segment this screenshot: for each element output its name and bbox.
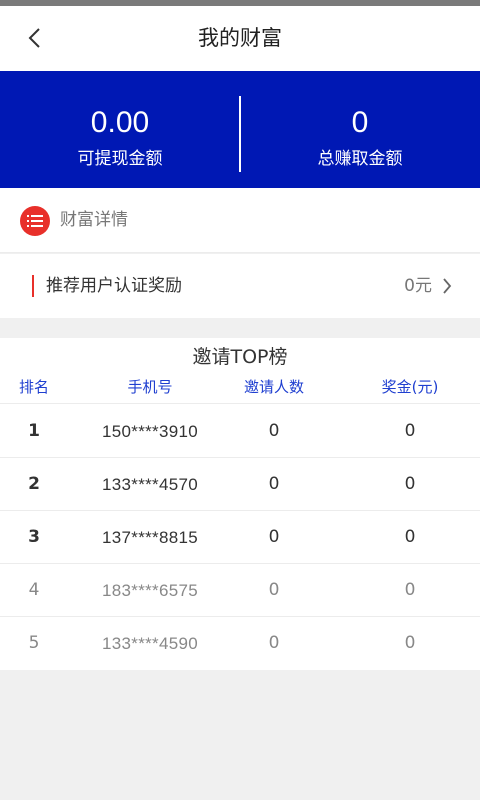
rank-cell: 4 <box>28 580 40 600</box>
rank-cell: 5 <box>28 633 40 653</box>
total-earned-label: 总赚取金额 <box>317 149 403 169</box>
wealth-summary-panel: 0.00 可提现金额 0 总赚取金额 <box>0 71 480 188</box>
withdrawable-amount: 0.00 <box>90 106 150 139</box>
rank-cell: 1 <box>28 421 40 441</box>
column-header-bonus: 奖金(元) <box>381 378 439 396</box>
phone-cell: 183****6575 <box>102 581 198 600</box>
phone-cell: 133****4570 <box>102 475 198 494</box>
table-row: 2 133****4570 0 0 <box>0 458 480 511</box>
bonus-cell: 0 <box>404 527 416 547</box>
column-header-rank: 排名 <box>18 378 49 396</box>
phone-cell: 133****4590 <box>102 634 198 653</box>
ranking-table-header: 排名 手机号 邀请人数 奖金(元) <box>0 376 480 404</box>
chevron-right-icon <box>440 276 454 296</box>
invites-cell: 0 <box>268 421 280 441</box>
referral-reward-value: 0元 <box>404 276 432 296</box>
row-accent-bar <box>32 275 34 297</box>
table-row: 5 133****4590 0 0 <box>0 617 480 670</box>
table-row: 1 150****3910 0 0 <box>0 405 480 458</box>
phone-cell: 150****3910 <box>102 422 198 441</box>
invites-cell: 0 <box>268 527 280 547</box>
wealth-detail-header: 财富详情 <box>0 188 480 253</box>
bonus-cell: 0 <box>404 474 416 494</box>
bonus-cell: 0 <box>404 633 416 653</box>
withdrawable-label: 可提现金额 <box>77 149 163 169</box>
navigation-bar: 我的财富 <box>0 6 480 71</box>
invites-cell: 0 <box>268 633 280 653</box>
table-row: 3 137****8815 0 0 <box>0 511 480 564</box>
ranking-table-body: 1 150****3910 0 0 2 133****4570 0 0 3 13… <box>0 405 480 670</box>
bonus-cell: 0 <box>404 580 416 600</box>
page-title: 我的财富 <box>198 26 282 50</box>
table-row: 4 183****6575 0 0 <box>0 564 480 617</box>
total-earned-block: 0 总赚取金额 <box>240 71 480 188</box>
column-header-phone: 手机号 <box>127 378 173 396</box>
ranking-title: 邀请TOP榜 <box>192 346 288 368</box>
column-header-invites: 邀请人数 <box>243 378 304 396</box>
wealth-detail-label: 财富详情 <box>60 210 128 230</box>
rank-cell: 2 <box>28 474 40 494</box>
referral-reward-row[interactable]: 推荐用户认证奖励 0元 <box>0 254 480 318</box>
invites-cell: 0 <box>268 474 280 494</box>
invite-ranking-card: 邀请TOP榜 排名 手机号 邀请人数 奖金(元) 1 150****3910 0… <box>0 338 480 670</box>
total-earned-amount: 0 <box>351 106 369 139</box>
phone-cell: 137****8815 <box>102 528 198 547</box>
invites-cell: 0 <box>268 580 280 600</box>
list-icon <box>20 206 50 236</box>
rank-cell: 3 <box>28 527 40 547</box>
bonus-cell: 0 <box>404 421 416 441</box>
withdrawable-block: 0.00 可提现金额 <box>0 71 240 188</box>
referral-reward-label: 推荐用户认证奖励 <box>46 276 182 296</box>
